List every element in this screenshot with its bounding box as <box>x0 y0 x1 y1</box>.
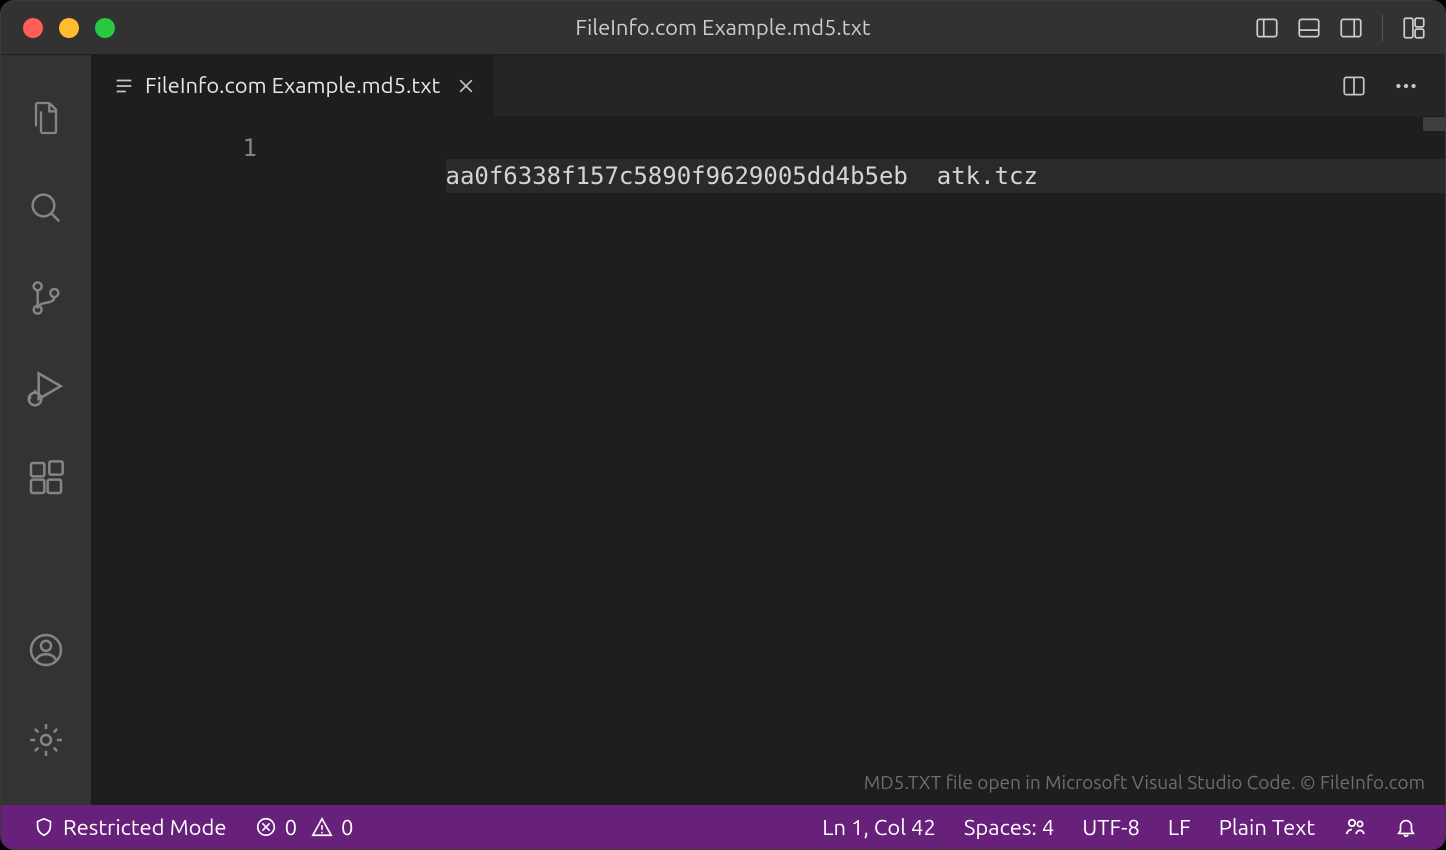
activity-settings-icon[interactable] <box>1 695 91 785</box>
activity-search-icon[interactable] <box>1 163 91 253</box>
status-feedback[interactable] <box>1329 805 1381 849</box>
editor-gutter: 1 <box>91 117 301 805</box>
bell-icon <box>1395 816 1417 838</box>
status-warnings-count: 0 <box>341 815 353 840</box>
status-notifications[interactable] <box>1381 805 1431 849</box>
activity-run-debug-icon[interactable] <box>1 343 91 433</box>
status-encoding[interactable]: UTF-8 <box>1068 805 1154 849</box>
close-icon[interactable] <box>456 76 476 96</box>
file-lines-icon <box>113 75 135 97</box>
status-bar: Restricted Mode 0 0 Ln 1, Col 42 Spaces:… <box>1 805 1445 849</box>
status-restricted-mode[interactable]: Restricted Mode <box>19 805 241 849</box>
activity-extensions-icon[interactable] <box>1 433 91 523</box>
window-body: FileInfo.com Example.md5.txt <box>1 55 1445 805</box>
window-title: FileInfo.com Example.md5.txt <box>1 15 1445 40</box>
editor-actions <box>1341 55 1445 116</box>
line-number: 1 <box>91 131 257 165</box>
watermark-text: MD5.TXT file open in Microsoft Visual St… <box>864 771 1425 793</box>
status-errors-count: 0 <box>285 815 297 840</box>
customize-layout-icon[interactable] <box>1401 15 1427 41</box>
window-minimize-button[interactable] <box>59 18 79 38</box>
toggle-primary-sidebar-icon[interactable] <box>1254 15 1280 41</box>
status-cursor-position[interactable]: Ln 1, Col 42 <box>808 805 950 849</box>
editor-content[interactable]: 1 aa0f6338f157c5890f9629005dd4b5eb atk.t… <box>91 117 1445 805</box>
editor-tabs: FileInfo.com Example.md5.txt <box>91 55 1445 117</box>
status-eol[interactable]: LF <box>1154 805 1205 849</box>
activity-explorer-icon[interactable] <box>1 73 91 163</box>
shield-icon <box>33 816 55 838</box>
vscode-window: FileInfo.com Example.md5.txt <box>0 0 1446 850</box>
code-line[interactable]: aa0f6338f157c5890f9629005dd4b5eb atk.tcz <box>446 159 1446 193</box>
status-problems[interactable]: 0 0 <box>241 805 368 849</box>
traffic-lights <box>23 18 115 38</box>
split-editor-icon[interactable] <box>1341 73 1367 99</box>
status-indentation[interactable]: Spaces: 4 <box>950 805 1068 849</box>
activity-accounts-icon[interactable] <box>1 605 91 695</box>
editor-tab-active[interactable]: FileInfo.com Example.md5.txt <box>91 55 495 116</box>
toggle-panel-icon[interactable] <box>1296 15 1322 41</box>
status-language-mode[interactable]: Plain Text <box>1205 805 1329 849</box>
editor-area: FileInfo.com Example.md5.txt <box>91 55 1445 805</box>
tabs-spacer <box>495 55 1341 116</box>
activity-bar <box>1 55 91 805</box>
titlebar: FileInfo.com Example.md5.txt <box>1 1 1445 55</box>
status-language-label: Plain Text <box>1219 815 1315 840</box>
status-encoding-label: UTF-8 <box>1082 815 1140 840</box>
window-zoom-button[interactable] <box>95 18 115 38</box>
status-eol-label: LF <box>1168 815 1191 840</box>
titlebar-separator <box>1382 15 1383 41</box>
minimap-slider[interactable] <box>1423 117 1445 131</box>
error-icon <box>255 816 277 838</box>
more-actions-icon[interactable] <box>1393 73 1419 99</box>
status-cursor-label: Ln 1, Col 42 <box>822 815 936 840</box>
titlebar-layout-controls <box>1254 15 1427 41</box>
toggle-secondary-sidebar-icon[interactable] <box>1338 15 1364 41</box>
feedback-icon <box>1343 815 1367 839</box>
editor-tab-label: FileInfo.com Example.md5.txt <box>145 73 440 98</box>
editor-text-area[interactable]: aa0f6338f157c5890f9629005dd4b5eb atk.tcz <box>301 117 1445 805</box>
window-close-button[interactable] <box>23 18 43 38</box>
warning-icon <box>311 816 333 838</box>
status-spaces-label: Spaces: 4 <box>964 815 1054 840</box>
status-restricted-label: Restricted Mode <box>63 815 227 840</box>
activity-source-control-icon[interactable] <box>1 253 91 343</box>
